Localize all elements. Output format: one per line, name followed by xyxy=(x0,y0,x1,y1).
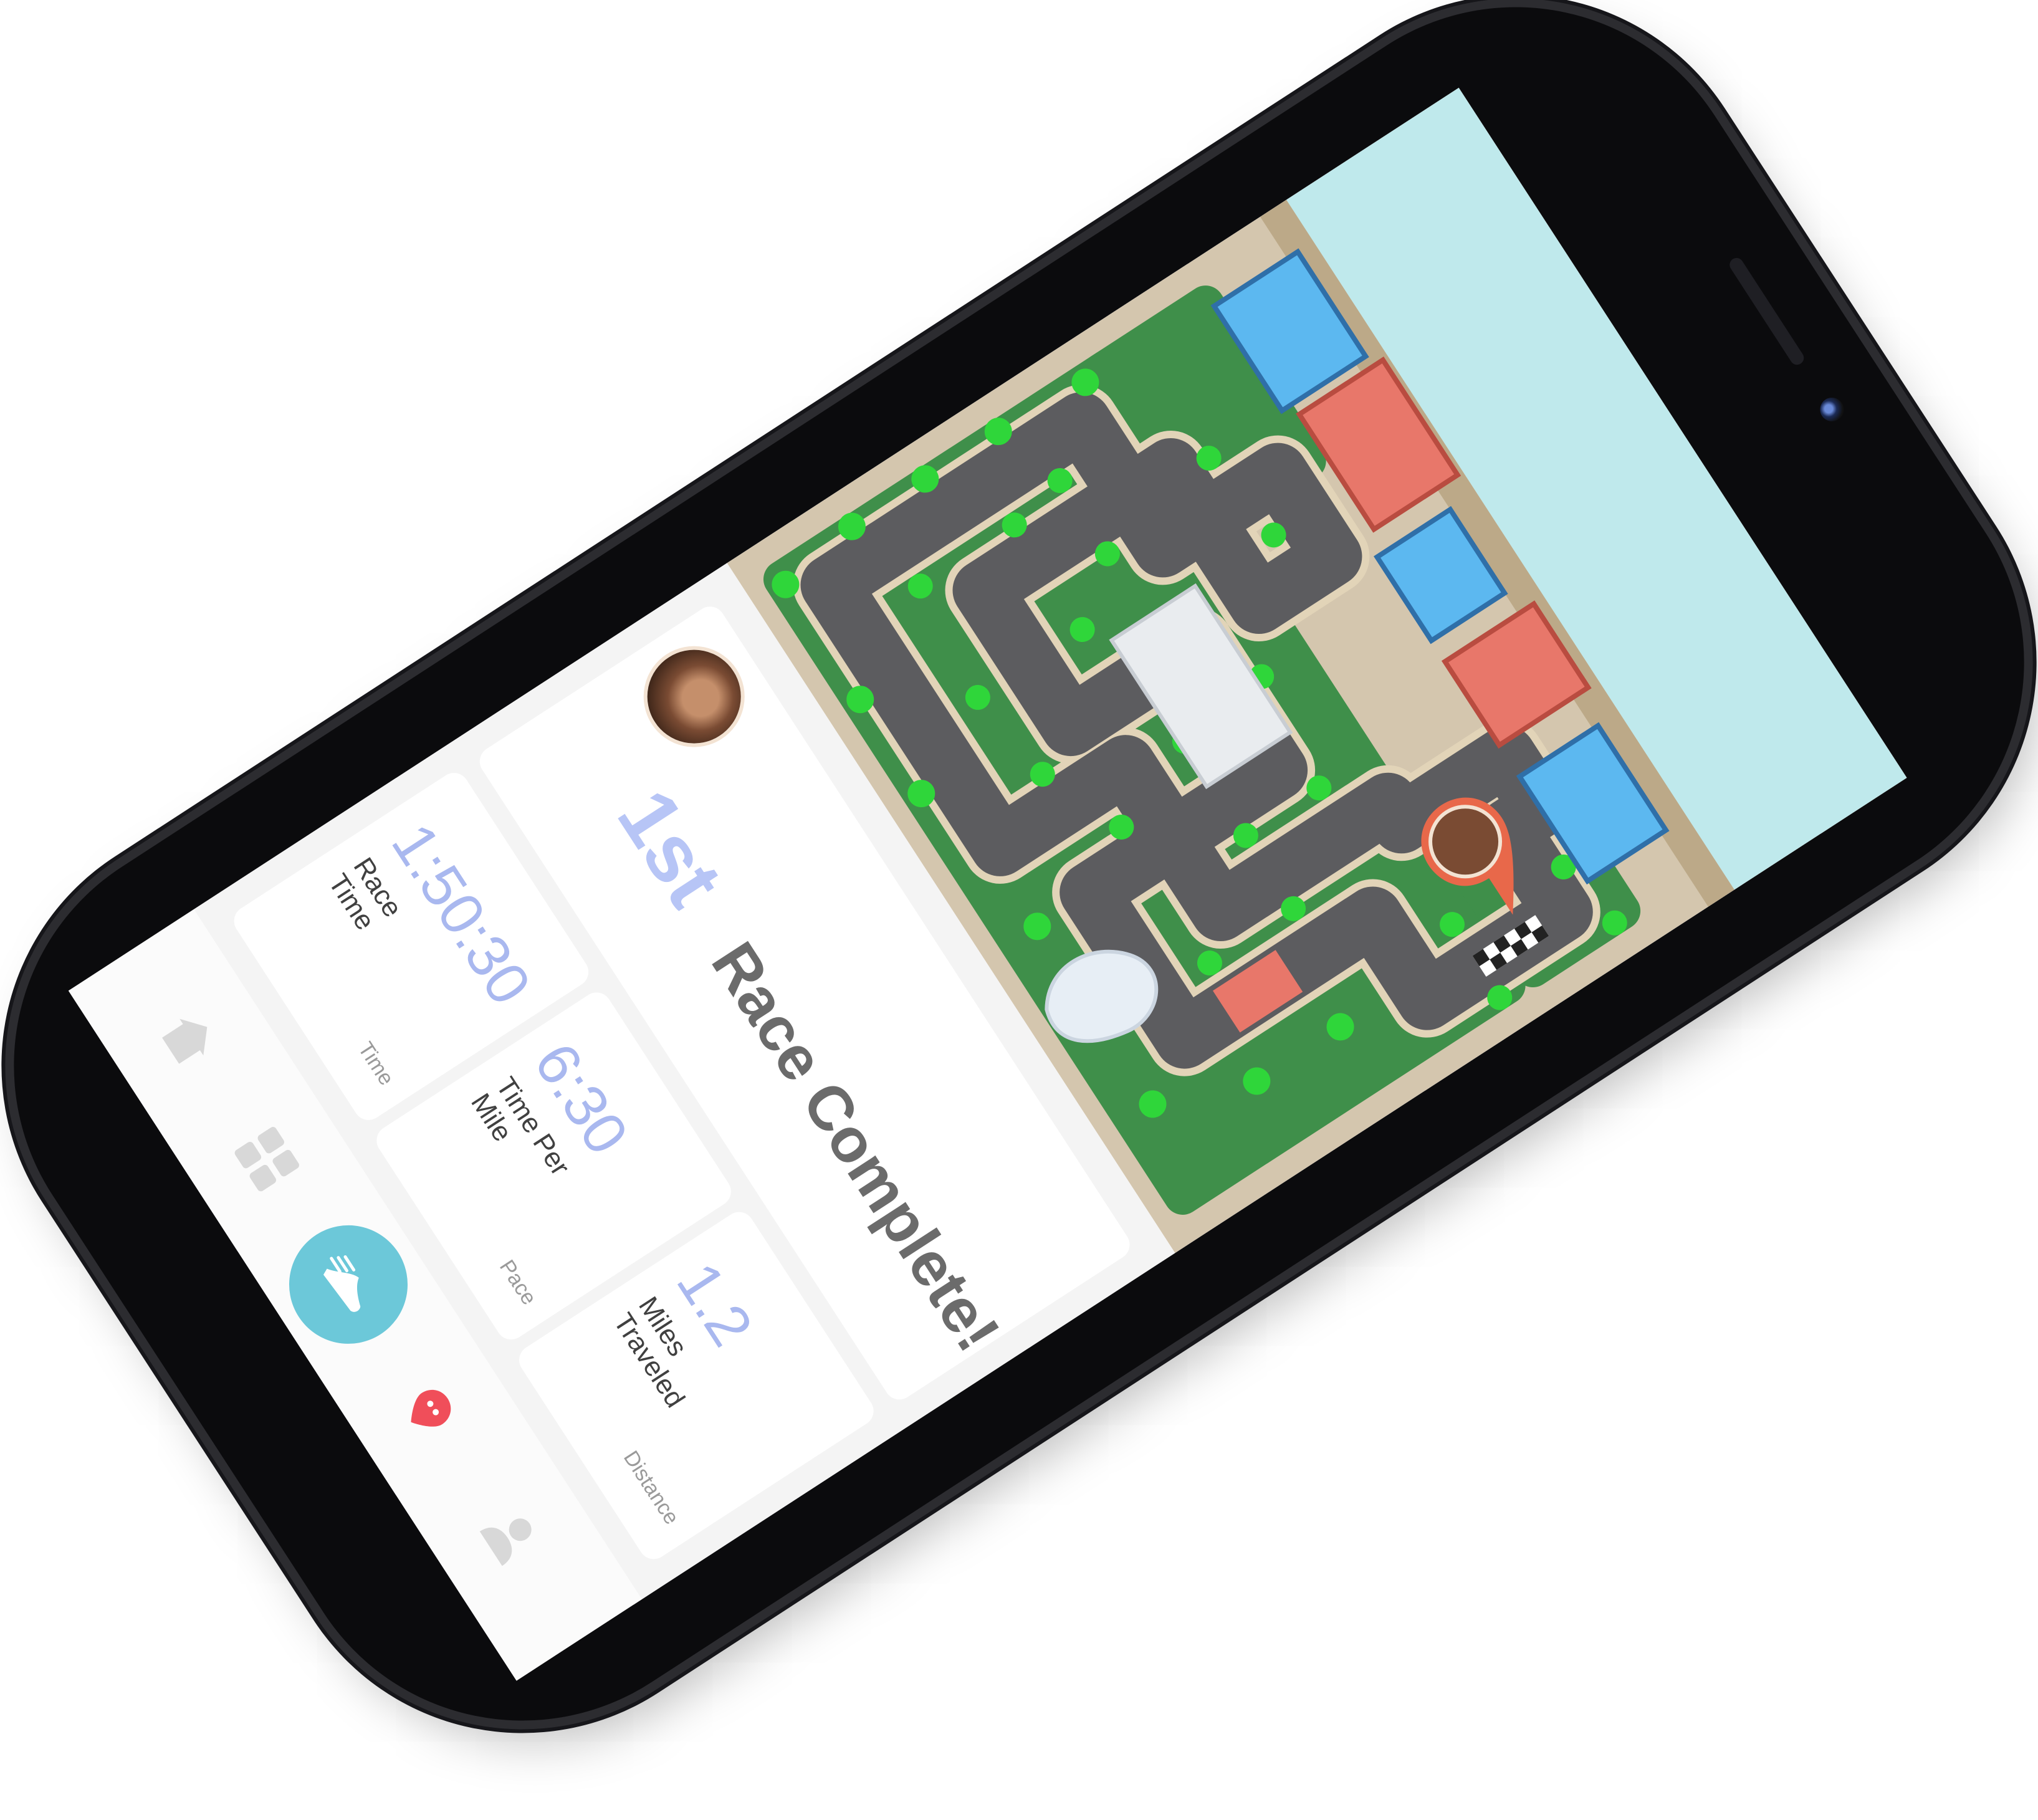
phone-body: 1:50:30 Race Time Time 6:30 Time Per Mil… xyxy=(0,0,2038,1812)
finish-place: 1st xyxy=(600,774,741,922)
nav-profile[interactable] xyxy=(459,1483,563,1587)
nav-home[interactable] xyxy=(137,987,241,1091)
nav-pin[interactable] xyxy=(378,1358,482,1462)
pace-caption: Pace xyxy=(494,1255,542,1310)
location-pin-icon xyxy=(411,1389,451,1427)
phone-mockup: 1:50:30 Race Time Time 6:30 Time Per Mil… xyxy=(0,0,2038,1812)
user-icon xyxy=(479,1518,532,1566)
nav-dashboard[interactable] xyxy=(215,1108,318,1211)
race-time-caption: Time xyxy=(353,1038,399,1090)
app-screen: 1:50:30 Race Time Time 6:30 Time Per Mil… xyxy=(68,87,1907,1681)
home-icon xyxy=(162,1018,208,1064)
distance-caption: Distance xyxy=(618,1446,684,1529)
grid-icon xyxy=(234,1126,299,1192)
speaker-grille xyxy=(1727,255,1807,368)
avatar[interactable] xyxy=(624,626,764,767)
front-camera xyxy=(1816,393,1849,426)
running-shoe-icon xyxy=(323,1255,361,1312)
